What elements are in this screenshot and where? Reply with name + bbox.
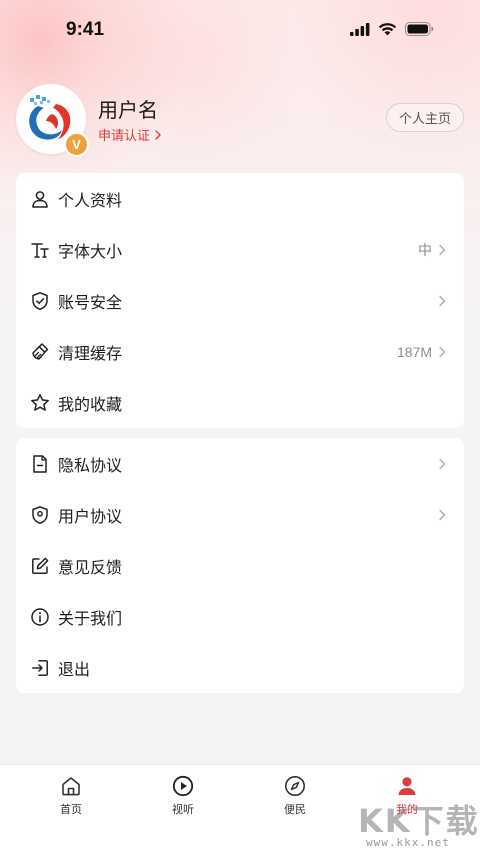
chevron-right-icon: [439, 509, 446, 520]
play-icon: [172, 775, 194, 797]
status-icons: [350, 22, 434, 36]
menu-item-logout[interactable]: 退出: [16, 642, 464, 693]
menu-item-label: 用户协议: [58, 506, 123, 526]
person-icon: [30, 189, 50, 209]
settings-card-1: 个人资料 字体大小 中 账号安全 清理缓存 187M 我的收藏: [16, 173, 464, 428]
menu-item-account-security[interactable]: 账号安全: [16, 275, 464, 326]
menu-item-label: 字体大小: [58, 241, 123, 261]
star-icon: [30, 393, 50, 413]
menu-item-font-size[interactable]: 字体大小 中: [16, 224, 464, 275]
menu-item-label: 关于我们: [58, 608, 123, 628]
tab-label: 视听: [172, 803, 194, 816]
tab-convenience[interactable]: 便民: [265, 775, 325, 817]
menu-item-privacy-policy[interactable]: 隐私协议: [16, 438, 464, 489]
settings-card-2: 隐私协议 用户协议 意见反馈 关于我们 退出: [16, 438, 464, 693]
font-size-value: 中: [418, 241, 432, 258]
menu-item-feedback[interactable]: 意见反馈: [16, 540, 464, 591]
menu-item-label: 个人资料: [58, 190, 123, 210]
menu-item-label: 账号安全: [58, 292, 123, 312]
homepage-button[interactable]: 个人主页: [385, 103, 464, 132]
status-time: 9:41: [66, 19, 105, 40]
wifi-icon: [378, 23, 397, 36]
menu-item-clear-cache[interactable]: 清理缓存 187M: [16, 326, 464, 377]
tab-home[interactable]: 首页: [41, 775, 101, 817]
menu-item-label: 我的收藏: [58, 394, 123, 414]
user-icon: [398, 777, 416, 795]
broom-icon: [30, 342, 50, 362]
menu-item-label: 意见反馈: [58, 557, 123, 577]
menu-item-label: 隐私协议: [58, 455, 123, 475]
menu-item-favorites[interactable]: 我的收藏: [16, 377, 464, 428]
watermark: KK下载 www.kkx.net: [358, 796, 480, 849]
chevron-right-icon: [155, 129, 161, 140]
compass-icon: [285, 776, 305, 796]
chevron-right-icon: [439, 244, 446, 255]
verified-badge: V: [64, 132, 89, 157]
status-bar: 9:41: [0, 0, 480, 62]
tab-label: 首页: [60, 803, 82, 816]
menu-item-profile[interactable]: 个人资料: [16, 173, 464, 224]
tab-label: 便民: [284, 803, 306, 816]
username: 用户名: [98, 98, 158, 122]
signal-icon: [350, 22, 370, 36]
apply-verification-label: 申请认证: [98, 129, 151, 144]
chevron-right-icon: [439, 458, 446, 469]
shield-check-icon: [30, 291, 50, 311]
menu-item-about-us[interactable]: 关于我们: [16, 591, 464, 642]
info-icon: [30, 607, 50, 627]
logout-icon: [30, 658, 50, 678]
menu-item-label: 退出: [58, 659, 91, 679]
apply-verification-link[interactable]: 申请认证: [98, 125, 163, 144]
document-icon: [30, 454, 50, 474]
profile-header: V 用户名 申请认证 个人主页: [16, 84, 464, 164]
edit-icon: [30, 556, 50, 576]
watermark-url: www.kkx.net: [366, 836, 450, 849]
menu-item-user-agreement[interactable]: 用户协议: [16, 489, 464, 540]
cache-size-value: 187M: [396, 343, 432, 360]
shield-location-icon: [30, 505, 50, 525]
tab-video[interactable]: 视听: [153, 775, 213, 817]
home-icon: [62, 777, 80, 796]
chevron-right-icon: [439, 346, 446, 357]
menu-item-label: 清理缓存: [58, 343, 123, 363]
battery-icon: [405, 22, 434, 36]
font-size-icon: [30, 240, 50, 260]
chevron-right-icon: [439, 295, 446, 306]
